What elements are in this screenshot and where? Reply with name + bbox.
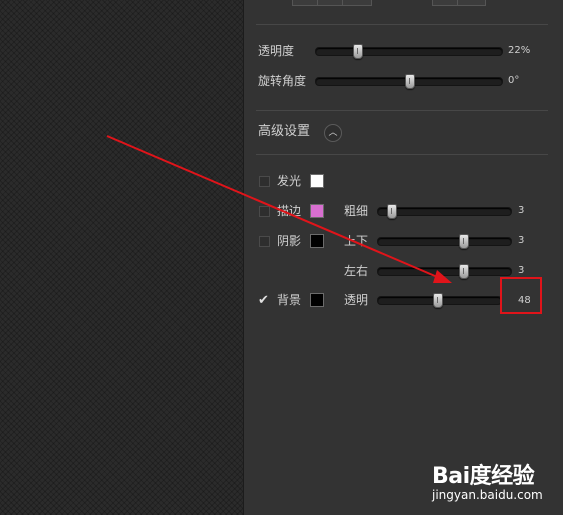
align-left-icon[interactable]	[293, 0, 318, 5]
shadow-label: 阴影	[277, 234, 302, 248]
opacity-slider[interactable]	[315, 44, 503, 59]
background-opacity-label: 透明	[344, 293, 369, 307]
rotation-label: 旋转角度	[258, 74, 307, 88]
stroke-color-swatch[interactable]	[310, 204, 324, 218]
divider	[256, 110, 548, 111]
stroke-label: 描边	[277, 204, 302, 218]
align-button-group[interactable]	[292, 0, 372, 6]
background-label: 背景	[277, 293, 302, 307]
rotation-value: 0°	[508, 75, 520, 86]
shadow-vertical-slider-thumb[interactable]	[459, 234, 470, 249]
background-checkbox[interactable]: ✔	[258, 294, 269, 307]
layer-down-icon[interactable]	[458, 0, 483, 5]
glow-checkbox[interactable]	[259, 176, 270, 187]
annotation-highlight-box	[500, 277, 542, 314]
rotation-slider[interactable]	[315, 74, 503, 89]
glow-color-swatch[interactable]	[310, 174, 324, 188]
divider	[256, 24, 548, 25]
properties-panel: 透明度 22% 旋转角度 0° 高级设置 ︿ 发光 描边 粗细 3 阴影 上下 …	[243, 0, 563, 515]
stroke-width-value: 3	[518, 205, 525, 216]
shadow-checkbox[interactable]	[259, 236, 270, 247]
shadow-horizontal-slider-thumb[interactable]	[459, 264, 470, 279]
shadow-vertical-value: 3	[518, 235, 525, 246]
shadow-vertical-label: 上下	[344, 234, 369, 248]
stroke-checkbox[interactable]	[259, 206, 270, 217]
stroke-width-label: 粗细	[344, 204, 369, 218]
shadow-vertical-slider[interactable]	[377, 234, 512, 249]
background-opacity-slider[interactable]	[377, 293, 502, 308]
opacity-value: 22%	[508, 45, 531, 56]
shadow-horizontal-value: 3	[518, 265, 525, 276]
watermark: Bai度经验 jingyan.baidu.com	[432, 452, 560, 510]
align-center-icon[interactable]	[318, 0, 343, 5]
divider	[256, 154, 548, 155]
shadow-horizontal-label: 左右	[344, 264, 369, 278]
layer-up-icon[interactable]	[433, 0, 458, 5]
rotation-slider-thumb[interactable]	[405, 74, 415, 89]
background-opacity-slider-thumb[interactable]	[433, 293, 444, 308]
stroke-width-slider-thumb[interactable]	[387, 204, 398, 219]
advanced-settings-title: 高级设置	[258, 124, 311, 139]
shadow-horizontal-slider[interactable]	[377, 264, 512, 279]
watermark-logo: Bai度经验	[432, 464, 535, 489]
watermark-url: jingyan.baidu.com	[432, 488, 543, 502]
background-color-swatch[interactable]	[310, 293, 324, 307]
opacity-slider-thumb[interactable]	[352, 44, 363, 59]
layer-button-group[interactable]	[432, 0, 486, 6]
chevron-up-icon[interactable]: ︿	[324, 124, 342, 142]
canvas-area	[0, 0, 243, 515]
shadow-color-swatch[interactable]	[310, 234, 324, 248]
glow-label: 发光	[277, 174, 302, 188]
opacity-label: 透明度	[258, 44, 295, 58]
stroke-width-slider[interactable]	[377, 204, 512, 219]
align-right-icon[interactable]	[343, 0, 368, 5]
